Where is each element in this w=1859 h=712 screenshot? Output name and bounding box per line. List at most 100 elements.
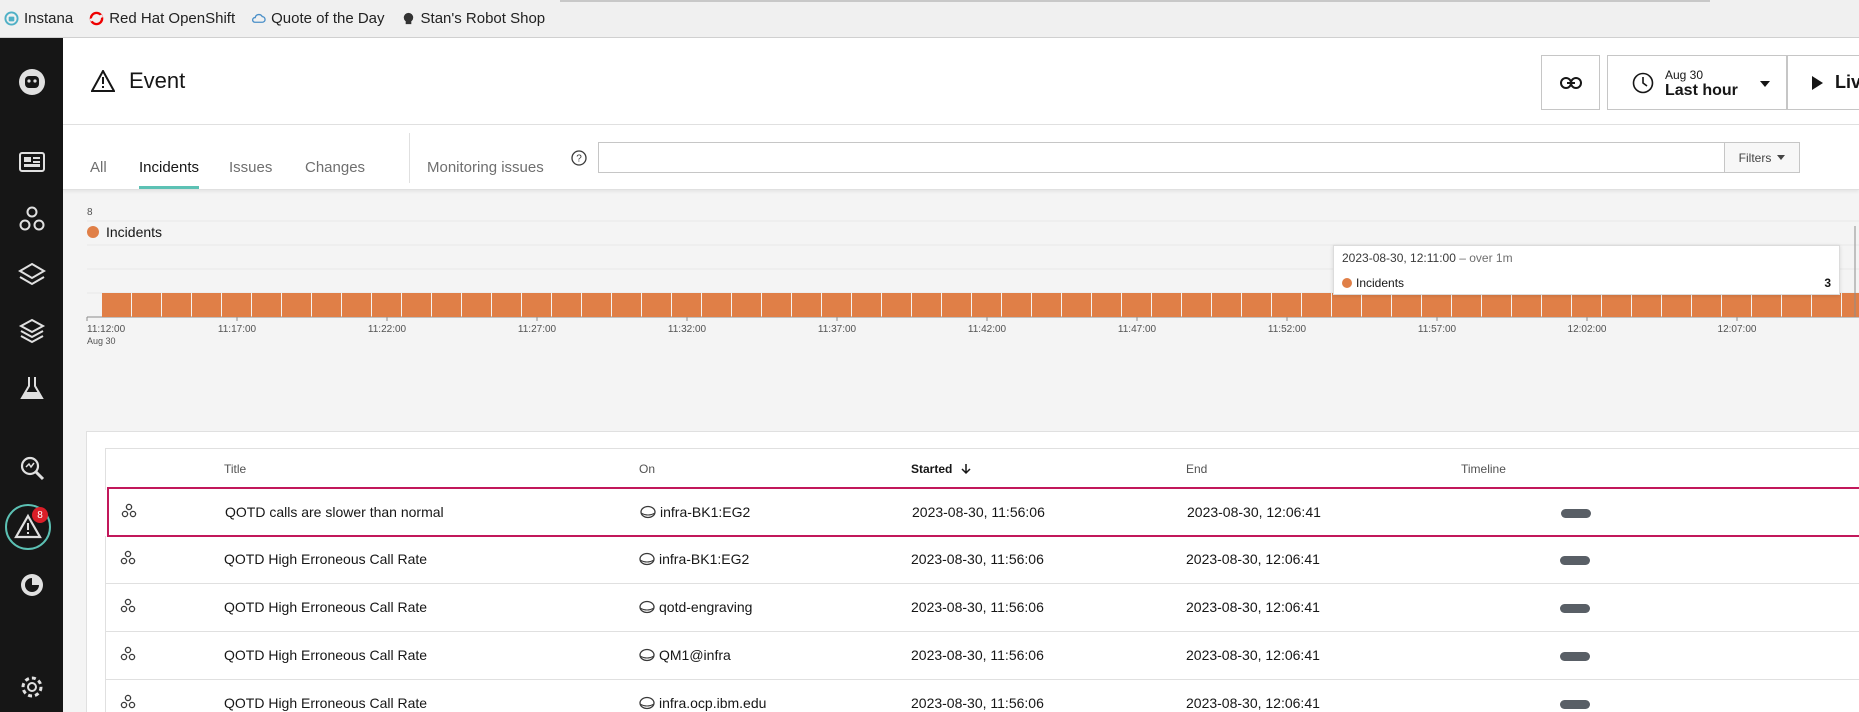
column-on[interactable]: On <box>639 462 655 476</box>
row-on-label: QM1@infra <box>659 647 731 663</box>
tab-incidents[interactable]: Incidents <box>139 159 200 189</box>
row-started: 2023-08-30, 11:56:06 <box>911 647 1044 663</box>
live-button[interactable]: Live <box>1787 55 1859 110</box>
applications-icon <box>120 646 136 661</box>
column-timeline[interactable]: Timeline <box>1461 462 1506 476</box>
row-timeline-bar[interactable] <box>1560 604 1590 613</box>
nav-events[interactable]: 8 <box>5 504 51 550</box>
tooltip-date-suffix: – over 1m <box>1459 251 1513 265</box>
column-end[interactable]: End <box>1186 462 1207 476</box>
play-icon <box>1812 75 1823 90</box>
live-label: Live <box>1835 72 1859 92</box>
bookmark-instana[interactable]: Instana <box>4 10 73 27</box>
incidents-table: Title On Started End Timeline QOTD calls… <box>86 431 1859 712</box>
nav-platforms[interactable] <box>9 252 54 297</box>
row-timeline-bar[interactable] <box>1561 509 1591 518</box>
x-tick-label: 11:17:00 <box>218 324 257 335</box>
row-end: 2023-08-30, 12:06:41 <box>1186 551 1320 567</box>
tooltip-date: 2023-08-30, 12:11:00 – over 1m <box>1342 251 1513 265</box>
row-on[interactable]: QM1@infra <box>639 647 731 663</box>
x-tick-label: 12:02:00 <box>1568 324 1607 335</box>
nav-home[interactable] <box>9 59 54 104</box>
warning-triangle-icon <box>91 70 115 92</box>
chart-bar <box>582 293 611 317</box>
row-timeline-bar[interactable] <box>1560 556 1590 565</box>
applications-icon <box>121 503 137 518</box>
row-on-label: qotd-engraving <box>659 599 753 615</box>
event-tabs-bar: All Incidents Issues Changes Monitoring … <box>63 125 1859 190</box>
table-row[interactable]: QOTD High Erroneous Call Rate infra.ocp.i… <box>105 680 1859 712</box>
bookmark-label: Red Hat OpenShift <box>109 10 236 27</box>
applications-icon <box>19 206 44 230</box>
table-row[interactable]: QOTD High Erroneous Call Rate infra-BK1:E… <box>105 536 1859 584</box>
chart-tooltip: 2023-08-30, 12:11:00 – over 1m Incidents… <box>1333 245 1840 295</box>
y-tick-label: 8 <box>87 207 93 218</box>
row-timeline-bar[interactable] <box>1560 652 1590 661</box>
column-started[interactable]: Started <box>911 462 974 476</box>
row-on[interactable]: qotd-engraving <box>639 599 752 615</box>
tooltip-swatch <box>1342 278 1352 288</box>
row-started: 2023-08-30, 11:56:06 <box>911 551 1044 567</box>
table-row[interactable]: QOTD calls are slower than normal infra-B… <box>107 487 1859 537</box>
filter-query-input[interactable] <box>598 142 1725 173</box>
row-timeline-bar[interactable] <box>1560 700 1590 709</box>
instana-logo-icon <box>18 68 45 95</box>
chart-bar <box>1842 293 1859 317</box>
database-icon <box>639 552 655 566</box>
tab-monitoring-issues[interactable]: Monitoring issues <box>427 159 544 186</box>
chart-plot[interactable]: 8 11:12:00 11:17:00 11:22:00 11:27:00 11:32:0… <box>63 190 1859 422</box>
database-icon <box>639 648 655 662</box>
x-tick-label: 11:32:00 <box>668 324 707 335</box>
chart-bar <box>252 293 281 317</box>
column-title[interactable]: Title <box>224 462 246 476</box>
row-end: 2023-08-30, 12:06:41 <box>1186 647 1320 663</box>
bookmarks-bar: Instana Red Hat OpenShift Quote of the D… <box>0 0 1859 38</box>
nav-settings[interactable] <box>9 664 54 709</box>
robot-icon <box>403 12 413 25</box>
automation-icon <box>20 573 43 596</box>
chevron-down-icon <box>1777 155 1786 160</box>
table-row[interactable]: QOTD High Erroneous Call Rate qotd-engrav… <box>105 584 1859 632</box>
row-title: QOTD High Erroneous Call Rate <box>224 647 428 663</box>
row-on[interactable]: infra.ocp.ibm.edu <box>639 695 766 711</box>
chart-bar <box>912 293 941 317</box>
row-title: QOTD High Erroneous Call Rate <box>224 599 428 615</box>
chart-bar <box>522 293 551 317</box>
filters-dropdown-button[interactable]: Filters <box>1725 142 1800 173</box>
tab-all[interactable]: All <box>90 159 107 186</box>
chart-bar <box>1092 293 1121 317</box>
nav-synthetics[interactable] <box>9 365 54 410</box>
nav-infrastructure[interactable] <box>9 308 54 353</box>
layers-icon <box>18 318 45 343</box>
time-range-picker[interactable]: Aug 30 Last hour <box>1607 55 1787 110</box>
nav-analytics[interactable] <box>9 445 54 490</box>
copy-link-button[interactable] <box>1541 55 1600 110</box>
chart-bar <box>432 293 461 317</box>
chart-bar <box>1032 293 1061 317</box>
chart-bar <box>222 293 251 317</box>
tab-changes[interactable]: Changes <box>305 159 365 186</box>
chart-bar <box>1212 293 1241 317</box>
row-on[interactable]: infra-BK1:EG2 <box>639 551 749 567</box>
bookmark-quote-of-the-day[interactable]: Quote of the Day <box>251 10 385 27</box>
bookmark-label: Quote of the Day <box>271 10 385 27</box>
window-edge <box>560 0 1710 2</box>
nav-websites[interactable] <box>9 140 54 185</box>
row-on[interactable]: infra-BK1:EG2 <box>640 504 750 520</box>
chart-bar <box>162 293 191 317</box>
arrow-down-icon <box>961 464 971 475</box>
tooltip-row: Incidents 3 <box>1342 276 1831 290</box>
tab-issues[interactable]: Issues <box>229 159 272 186</box>
bookmark-robot-shop[interactable]: Stan's Robot Shop <box>401 10 545 27</box>
row-started: 2023-08-30, 11:56:06 <box>912 504 1045 520</box>
bookmark-openshift[interactable]: Red Hat OpenShift <box>89 10 235 27</box>
nav-automation[interactable] <box>9 562 54 607</box>
applications-icon <box>120 694 136 709</box>
help-icon[interactable]: ? <box>571 150 587 166</box>
nav-applications[interactable] <box>9 196 54 241</box>
chart-bar <box>1332 293 1361 317</box>
chart-bar <box>1812 293 1841 317</box>
applications-icon <box>120 598 136 613</box>
table-row[interactable]: QOTD High Erroneous Call Rate QM1@infra 20… <box>105 632 1859 680</box>
chart-bar <box>792 293 821 317</box>
